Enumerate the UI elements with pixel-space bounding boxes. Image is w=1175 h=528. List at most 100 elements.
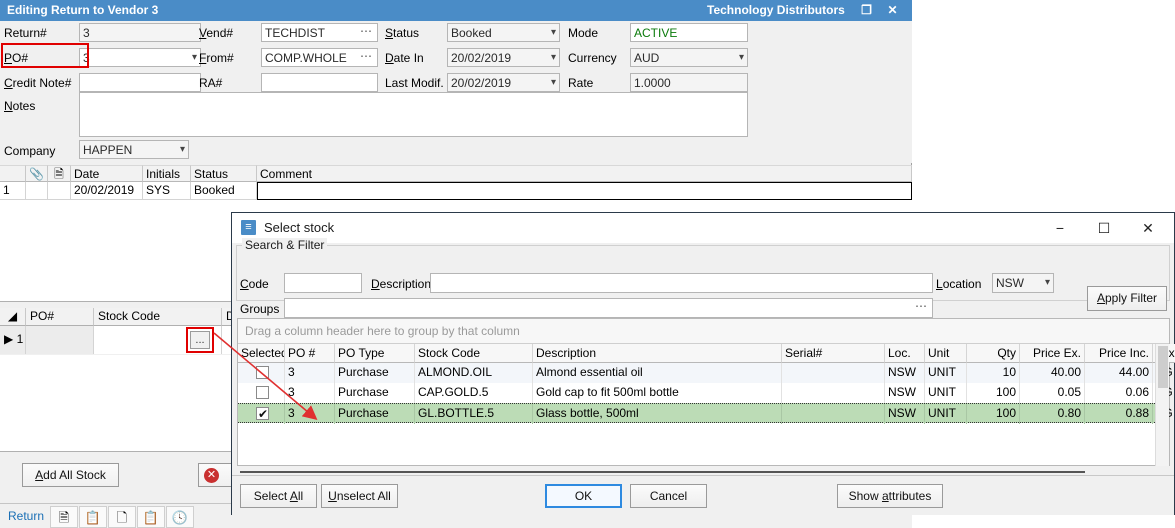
- chevron-down-icon[interactable]: ▾: [551, 50, 556, 66]
- ok-button[interactable]: OK: [545, 484, 622, 508]
- row-stock-code: GL.BOTTLE.5: [415, 404, 533, 424]
- description-input[interactable]: [430, 273, 933, 293]
- date-in-field[interactable]: 20/02/2019 ▾: [447, 48, 560, 67]
- add-all-stock-button[interactable]: Add All Stock: [22, 463, 119, 487]
- credit-note-field[interactable]: [79, 73, 201, 92]
- row-selected-cell[interactable]: [238, 383, 285, 403]
- row-price-ex: 40.00: [1020, 363, 1085, 383]
- row-stock-code: CAP.GOLD.5: [415, 383, 533, 403]
- code-input[interactable]: [284, 273, 362, 293]
- search-filter-legend: Search & Filter: [242, 238, 328, 252]
- minimize-icon[interactable]: −: [1038, 213, 1082, 243]
- col-price-inc[interactable]: Price Inc.: [1085, 344, 1153, 363]
- mode-label: Mode: [568, 26, 599, 40]
- note-icon[interactable]: 🗎: [48, 165, 71, 182]
- table-row[interactable]: 3 Purchase ALMOND.OIL Almond essential o…: [238, 363, 1173, 383]
- date-in-value: 20/02/2019: [451, 51, 512, 65]
- table-row-status: Booked: [191, 182, 257, 200]
- stock-col-po[interactable]: PO#: [26, 308, 94, 326]
- row-selected-cell[interactable]: [238, 363, 285, 383]
- col-description[interactable]: Description: [533, 344, 782, 363]
- chevron-down-icon[interactable]: ▾: [551, 25, 556, 41]
- stock-grid-corner[interactable]: ◢: [0, 308, 26, 326]
- table-row-comment[interactable]: [257, 182, 912, 200]
- comments-col-rownum[interactable]: [0, 165, 26, 182]
- col-serial[interactable]: Serial#: [782, 344, 885, 363]
- close-icon[interactable]: ✕: [880, 0, 905, 21]
- table-row-attachment[interactable]: [26, 182, 48, 200]
- table-row-note[interactable]: [48, 182, 71, 200]
- scrollbar-thumb[interactable]: [1158, 346, 1168, 388]
- col-po-number[interactable]: PO #: [285, 344, 335, 363]
- col-po-type[interactable]: PO Type: [335, 344, 415, 363]
- stock-row-number: 1: [16, 332, 24, 346]
- main-window-title: Editing Return to Vendor 3: [7, 3, 159, 17]
- restore-icon[interactable]: ❐: [854, 0, 879, 21]
- stock-col-stock-code[interactable]: Stock Code: [94, 308, 222, 326]
- lookup-ellipsis-icon[interactable]: ⋯: [360, 24, 373, 39]
- chevron-down-icon[interactable]: ▾: [180, 142, 185, 158]
- col-unit[interactable]: Unit: [925, 344, 967, 363]
- comments-col-date[interactable]: Date: [71, 165, 143, 182]
- maximize-icon[interactable]: ☐: [1082, 213, 1126, 243]
- col-stock-code[interactable]: Stock Code: [415, 344, 533, 363]
- groups-lookup-ellipsis-icon[interactable]: ⋯: [915, 299, 928, 314]
- currency-field[interactable]: AUD ▾: [630, 48, 748, 67]
- notes-textarea[interactable]: [79, 92, 748, 137]
- groups-input[interactable]: ⋯: [284, 298, 933, 318]
- grid-vertical-scrollbar[interactable]: [1155, 344, 1169, 466]
- rate-label: Rate: [568, 76, 594, 90]
- show-attributes-button[interactable]: Show attributes: [837, 484, 943, 508]
- comments-col-status[interactable]: Status: [191, 165, 257, 182]
- row-qty: 10: [967, 363, 1020, 383]
- status-field[interactable]: Booked ▾: [447, 23, 560, 42]
- table-row[interactable]: 3 Purchase CAP.GOLD.5 Gold cap to fit 50…: [238, 383, 1173, 403]
- select-all-button[interactable]: Select All: [240, 484, 317, 508]
- comments-col-initials[interactable]: Initials: [143, 165, 191, 182]
- groups-label: Groups: [240, 302, 280, 316]
- from-label: From#: [199, 51, 234, 65]
- row-unit: UNIT: [925, 404, 967, 424]
- col-selected[interactable]: Selected: [238, 344, 285, 363]
- lookup-ellipsis-icon[interactable]: ⋯: [360, 49, 373, 64]
- location-select[interactable]: NSW ▾: [992, 273, 1054, 293]
- col-qty[interactable]: Qty: [967, 344, 1020, 363]
- vend-field[interactable]: TECHDIST ⋯: [261, 23, 378, 42]
- company-field[interactable]: HAPPEN ▾: [79, 140, 189, 159]
- chevron-down-icon[interactable]: ▾: [551, 75, 556, 91]
- comments-col-comment[interactable]: Comment: [257, 165, 912, 182]
- cancel-button[interactable]: Cancel: [630, 484, 707, 508]
- attachment-icon[interactable]: 📎: [26, 165, 48, 182]
- row-selected-cell[interactable]: [238, 404, 285, 424]
- from-field[interactable]: COMP.WHOLE ⋯: [261, 48, 378, 67]
- stock-row-po[interactable]: [26, 326, 94, 354]
- return-form: Return# 3 PO# 3 ▾ Credit Note# Notes Com…: [0, 21, 912, 163]
- select-stock-dialog: ≡ Select stock − ☐ ✕ Search & Filter Cod…: [231, 212, 1175, 515]
- last-modif-field[interactable]: 20/02/2019 ▾: [447, 73, 560, 92]
- return-number-field[interactable]: 3: [79, 23, 201, 42]
- row-checkbox[interactable]: [256, 366, 269, 379]
- unselect-all-button[interactable]: Unselect All: [321, 484, 398, 508]
- col-price-ex[interactable]: Price Ex.: [1020, 344, 1085, 363]
- vend-value: TECHDIST: [265, 26, 325, 40]
- chevron-down-icon[interactable]: ▾: [1045, 275, 1050, 291]
- company-value: HAPPEN: [83, 143, 133, 157]
- row-price-inc: 0.06: [1085, 383, 1153, 403]
- table-row[interactable]: 3 Purchase GL.BOTTLE.5 Glass bottle, 500…: [238, 403, 1173, 424]
- chevron-down-icon[interactable]: ▾: [192, 50, 197, 66]
- col-location[interactable]: Loc.: [885, 344, 925, 363]
- row-checkbox[interactable]: [256, 386, 269, 399]
- close-icon[interactable]: ✕: [1126, 213, 1170, 243]
- ra-field[interactable]: [261, 73, 378, 92]
- main-window-titlebar: Editing Return to Vendor 3 Technology Di…: [0, 0, 912, 21]
- dialog-title: Select stock: [264, 220, 335, 235]
- group-by-dropzone[interactable]: Drag a column header here to group by th…: [238, 319, 1169, 344]
- row-po: 3: [285, 383, 335, 403]
- chevron-down-icon[interactable]: ▾: [739, 50, 744, 66]
- row-location: NSW: [885, 363, 925, 383]
- row-description: Gold cap to fit 500ml bottle: [533, 383, 782, 403]
- po-number-field[interactable]: 3 ▾: [79, 48, 201, 67]
- row-location: NSW: [885, 404, 925, 424]
- apply-filter-button[interactable]: Apply Filter: [1087, 286, 1167, 311]
- row-checkbox[interactable]: [256, 405, 269, 424]
